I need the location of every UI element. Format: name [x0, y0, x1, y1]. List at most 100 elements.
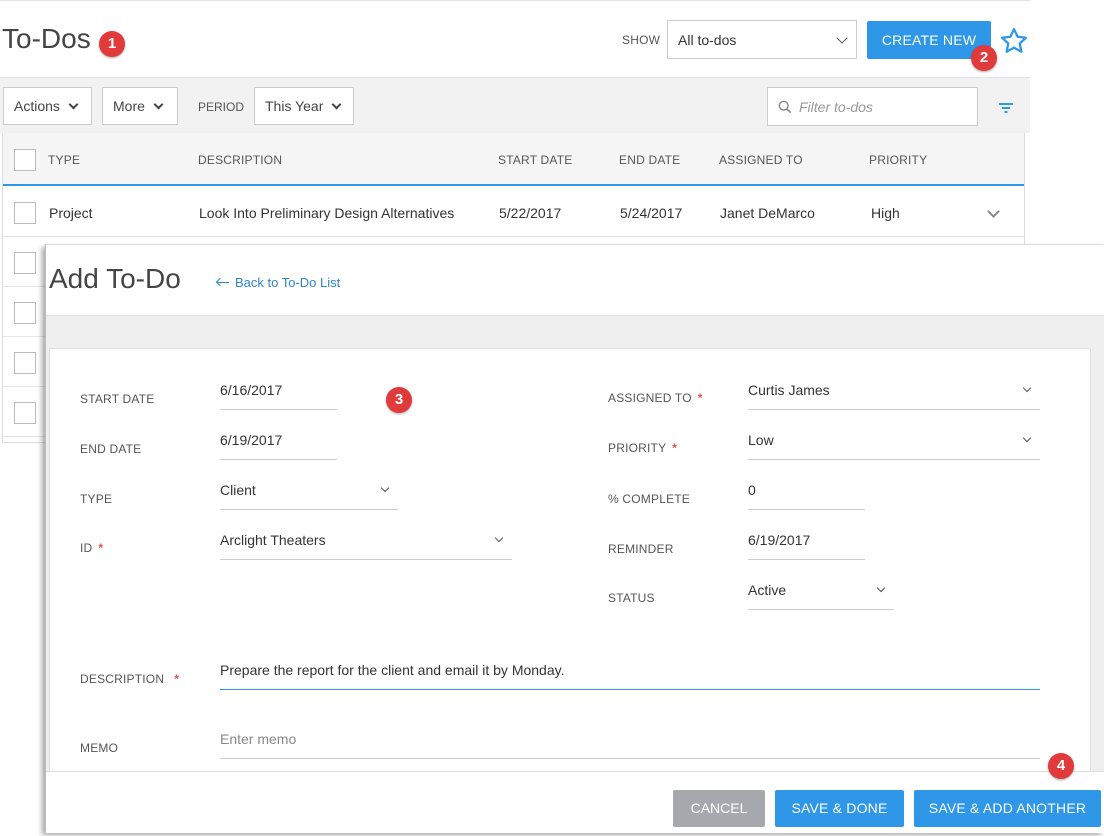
row-type: Project: [49, 205, 93, 221]
show-label: SHOW: [622, 33, 661, 47]
table-row[interactable]: Project Look Into Preliminary Design Alt…: [3, 187, 1024, 237]
required-marker: *: [174, 672, 180, 686]
id-select[interactable]: Arclight Theaters: [220, 526, 512, 560]
column-header-description[interactable]: DESCRIPTION: [198, 153, 282, 167]
row-priority: High: [871, 205, 900, 221]
column-header-priority[interactable]: PRIORITY: [869, 153, 927, 167]
row-checkbox[interactable]: [14, 252, 36, 274]
chevron-down-icon: [1022, 383, 1032, 393]
priority-value: Low: [748, 432, 774, 448]
callout-badge-2: 2: [971, 45, 997, 71]
end-date-value: 6/19/2017: [220, 432, 283, 448]
list-toolbar: Actions More PERIOD This Year Filter to-…: [0, 77, 1030, 133]
row-checkbox[interactable]: [14, 402, 36, 424]
callout-badge-1: 1: [99, 31, 125, 57]
chevron-down-icon: [1022, 433, 1032, 443]
panel-header: Add To-Do Back to To-Do List: [46, 245, 1104, 316]
save-and-done-button[interactable]: SAVE & DONE: [775, 790, 904, 827]
percent-complete-label: % COMPLETE: [608, 492, 691, 506]
save-and-add-another-button[interactable]: SAVE & ADD ANOTHER: [914, 790, 1101, 827]
assigned-to-label: ASSIGNED TO *: [608, 391, 703, 405]
back-to-list-link[interactable]: Back to To-Do List: [217, 275, 340, 290]
description-label-text: DESCRIPTION: [80, 672, 165, 686]
column-header-end-date[interactable]: END DATE: [619, 153, 680, 167]
cancel-button[interactable]: CANCEL: [673, 790, 765, 827]
period-value: This Year: [265, 98, 324, 114]
memo-label: MEMO: [80, 741, 119, 755]
id-label: ID *: [80, 541, 103, 555]
column-header-assigned-to[interactable]: ASSIGNED TO: [719, 153, 803, 167]
actions-label: Actions: [14, 98, 60, 114]
show-select[interactable]: All to-dos: [667, 20, 857, 59]
reminder-label: REMINDER: [608, 542, 674, 556]
panel-footer: CANCEL SAVE & DONE SAVE & ADD ANOTHER: [46, 771, 1104, 833]
row-checkbox[interactable]: [14, 352, 36, 374]
percent-complete-field[interactable]: 0: [748, 476, 865, 510]
status-value: Active: [748, 582, 787, 598]
chevron-down-icon: [380, 483, 390, 493]
description-value: Prepare the report for the client and em…: [220, 662, 565, 678]
type-select[interactable]: Client: [220, 476, 398, 510]
period-label: PERIOD: [198, 100, 245, 114]
back-link-label: Back to To-Do List: [235, 275, 341, 290]
description-input[interactable]: Prepare the report for the client and em…: [220, 656, 1040, 690]
page-header: To-Dos SHOW All to-dos CREATE NEW: [0, 1, 1030, 77]
priority-label-text: PRIORITY: [608, 441, 667, 455]
page-title: To-Dos: [2, 23, 91, 54]
type-value: Client: [220, 482, 256, 498]
required-marker: *: [98, 541, 104, 555]
priority-select[interactable]: Low: [748, 426, 1040, 460]
arrow-left-icon: [217, 281, 229, 283]
reminder-field[interactable]: 6/19/2017: [748, 526, 865, 560]
memo-input[interactable]: Enter memo: [220, 725, 1040, 759]
start-date-field[interactable]: 6/16/2017: [220, 376, 337, 410]
status-select[interactable]: Active: [748, 576, 894, 610]
assigned-to-select[interactable]: Curtis James: [748, 376, 1040, 410]
more-label: More: [113, 98, 145, 114]
period-dropdown[interactable]: This Year: [254, 87, 354, 125]
callout-badge-3: 3: [386, 387, 412, 413]
chevron-down-icon: [331, 99, 342, 110]
assigned-to-value: Curtis James: [748, 382, 830, 398]
more-dropdown[interactable]: More: [102, 87, 178, 125]
start-date-label: START DATE: [80, 392, 155, 406]
row-checkbox[interactable]: [14, 202, 36, 224]
chevron-down-icon: [68, 99, 79, 110]
start-date-value: 6/16/2017: [220, 382, 283, 398]
required-marker: *: [697, 391, 703, 405]
description-label: DESCRIPTION *: [80, 672, 179, 686]
id-label-text: ID: [80, 541, 93, 555]
row-description: Look Into Preliminary Design Alternative…: [199, 205, 455, 221]
status-label: STATUS: [608, 591, 655, 605]
add-todo-panel: Add To-Do Back to To-Do List START DATE …: [45, 244, 1104, 833]
assigned-to-label-text: ASSIGNED TO: [608, 391, 692, 405]
actions-dropdown[interactable]: Actions: [3, 87, 92, 125]
row-end-date: 5/24/2017: [620, 205, 683, 221]
chevron-down-icon: [494, 533, 504, 543]
select-all-checkbox[interactable]: [14, 149, 36, 171]
percent-complete-value: 0: [748, 482, 756, 498]
column-header-type[interactable]: TYPE: [48, 153, 80, 167]
chevron-down-icon[interactable]: [987, 205, 1000, 218]
required-marker: *: [672, 441, 678, 455]
search-icon: [778, 100, 792, 114]
row-assigned-to: Janet DeMarco: [720, 205, 815, 221]
chevron-down-icon: [153, 99, 164, 110]
chevron-down-icon: [836, 32, 848, 44]
panel-title: Add To-Do: [49, 263, 181, 294]
row-start-date: 5/22/2017: [499, 205, 562, 221]
callout-badge-4: 4: [1048, 753, 1074, 779]
todo-form: START DATE 6/16/2017 END DATE 6/19/2017 …: [49, 348, 1091, 771]
star-icon[interactable]: [999, 26, 1029, 56]
show-select-value: All to-dos: [678, 32, 737, 48]
column-header-start-date[interactable]: START DATE: [498, 153, 572, 167]
panel-body: START DATE 6/16/2017 END DATE 6/19/2017 …: [46, 316, 1104, 771]
filter-icon[interactable]: [997, 100, 1015, 116]
filter-input[interactable]: Filter to-dos: [767, 87, 978, 126]
chevron-down-icon: [876, 583, 886, 593]
reminder-value: 6/19/2017: [748, 532, 811, 548]
memo-placeholder: Enter memo: [220, 731, 297, 747]
end-date-field[interactable]: 6/19/2017: [220, 426, 337, 460]
row-checkbox[interactable]: [14, 302, 36, 324]
id-value: Arclight Theaters: [220, 532, 326, 548]
